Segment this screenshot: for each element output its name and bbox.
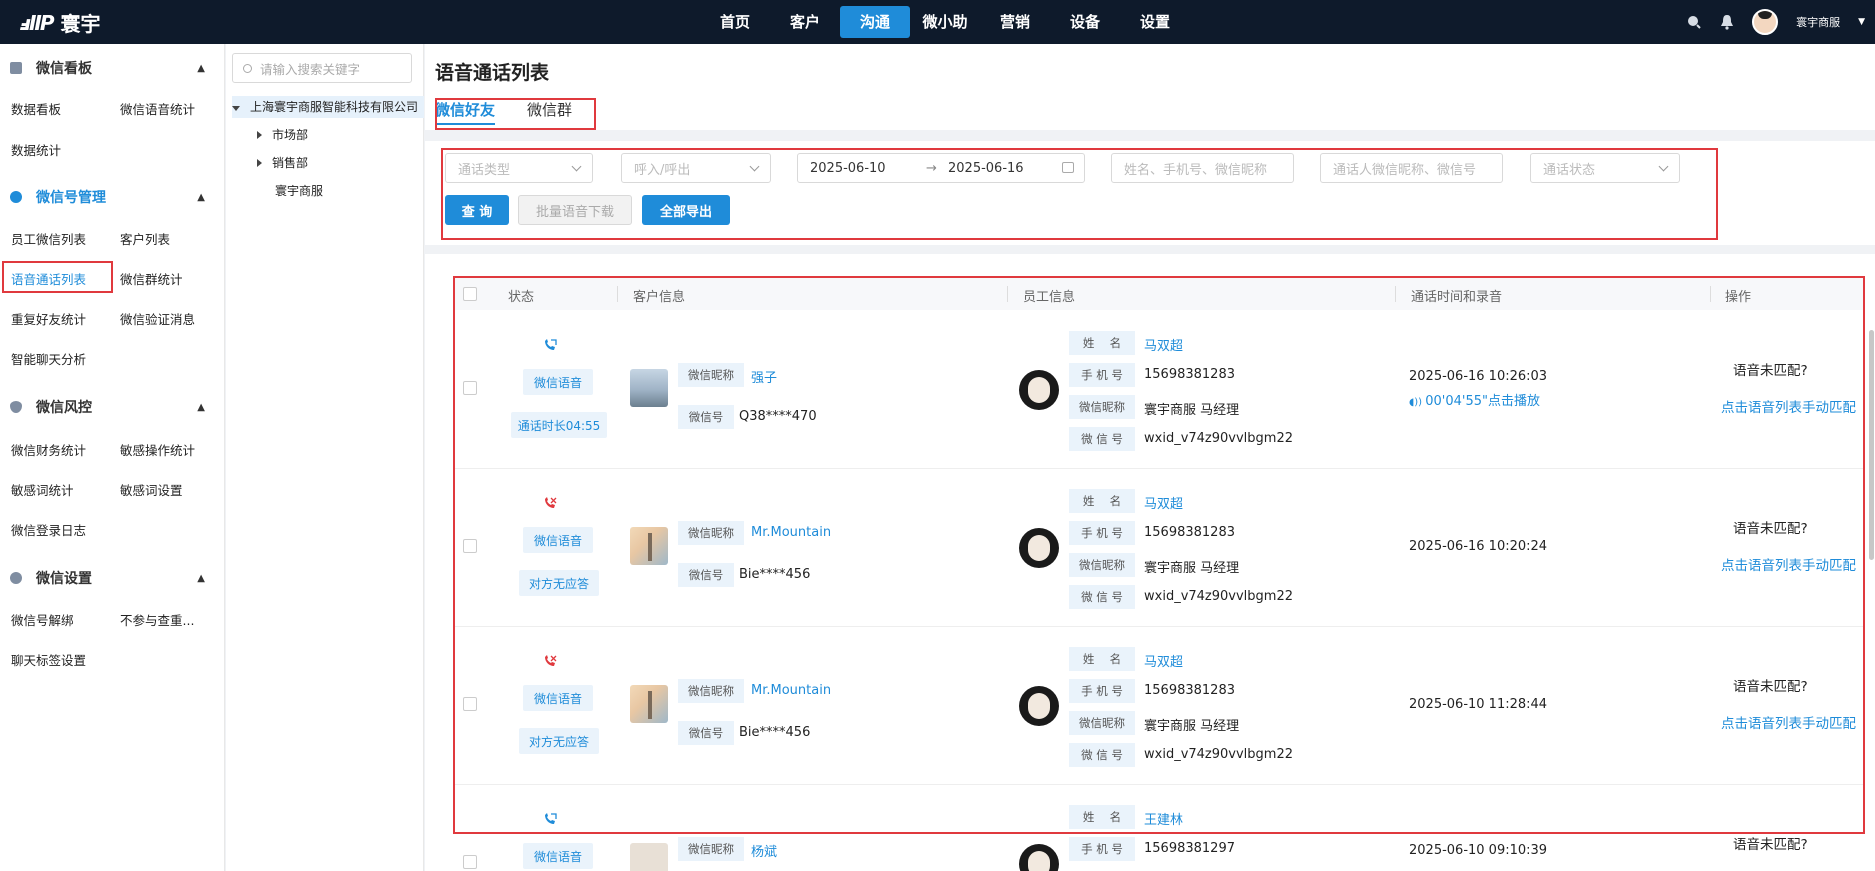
sidebar-item-group-stats[interactable]: 微信群统计 (120, 269, 183, 288)
sidebar-section-account-mgmt[interactable]: 微信号管理 ▲ (0, 182, 225, 212)
tree-node-marketing[interactable]: 市场部 (257, 126, 308, 143)
sidebar-item-unbind[interactable]: 微信号解绑 (11, 610, 74, 629)
chevron-up-icon: ▲ (197, 572, 205, 584)
call-time: 2025-06-10 09:10:39 (1409, 843, 1548, 858)
tree-node-huanyu[interactable]: 寰宇商服 (275, 182, 323, 199)
tree-node-label: 销售部 (272, 156, 309, 170)
tree-node-label: 市场部 (272, 128, 309, 142)
sidebar-item-data-stats[interactable]: 数据统计 (11, 140, 61, 159)
highlight-box (453, 276, 1865, 834)
user-avatar[interactable] (1752, 9, 1779, 35)
header-panel (425, 44, 1875, 130)
nav-settings[interactable]: 设置 (1120, 0, 1190, 44)
search-placeholder: 请输入搜索关键字 (260, 61, 361, 77)
sidebar-item-sensitive-word-settings[interactable]: 敏感词设置 (120, 480, 183, 499)
search-icon (243, 63, 252, 73)
sidebar-item-login-log[interactable]: 微信登录日志 (11, 520, 86, 539)
nav-customer[interactable]: 客户 (770, 0, 840, 44)
match-status: 语音未匹配? (1733, 837, 1808, 853)
nav-assistant[interactable]: 微小助 (910, 0, 980, 44)
nav-device[interactable]: 设备 (1050, 0, 1120, 44)
nickname-label: 微信昵称 (678, 837, 744, 861)
sidebar-item-staff-wechat[interactable]: 员工微信列表 (11, 229, 86, 248)
search-icon[interactable] (1686, 14, 1702, 30)
sidebar-section-risk-control[interactable]: 微信风控 ▲ (0, 392, 225, 422)
nav-communication[interactable]: 沟通 (840, 6, 910, 38)
logo-text: 寰宇 (60, 12, 101, 36)
phone-label: 手 机 号 (1069, 837, 1135, 861)
sidebar-section-wechat-settings[interactable]: 微信设置 ▲ (0, 563, 225, 593)
highlight-box (2, 261, 113, 293)
sidebar-item-chat-tags[interactable]: 聊天标签设置 (11, 650, 86, 669)
caret-right-icon (257, 159, 262, 167)
tree-search-input[interactable]: 请输入搜索关键字 (232, 53, 412, 83)
chevron-up-icon: ▲ (197, 191, 205, 203)
org-tree-panel (226, 44, 424, 871)
sidebar-item-sensitive-ops[interactable]: 敏感操作统计 (120, 440, 195, 459)
caret-right-icon (257, 131, 262, 139)
sidebar-item-sensitive-word-stats[interactable]: 敏感词统计 (11, 480, 74, 499)
sidebar-item-chat-analysis[interactable]: 智能聊天分析 (11, 349, 86, 368)
sidebar-item-duplicate-friends[interactable]: 重复好友统计 (11, 309, 86, 328)
wechat-icon (10, 191, 22, 203)
logo-mark: ⅎIIP (20, 10, 54, 35)
caret-down-icon (232, 106, 240, 111)
section-title: 微信设置 (36, 571, 92, 587)
tree-node-label: 上海寰宇商服智能科技有限公司 (250, 100, 419, 114)
customer-avatar (630, 843, 668, 871)
sidebar-item-voice-stats[interactable]: 微信语音统计 (120, 99, 195, 118)
call-type-tag: 微信语音 (523, 843, 593, 869)
sidebar-item-customer-list[interactable]: 客户列表 (120, 229, 170, 248)
section-title: 微信风控 (36, 400, 92, 416)
row-checkbox[interactable] (463, 855, 477, 869)
sidebar-item-finance-stats[interactable]: 微信财务统计 (11, 440, 86, 459)
shield-icon (10, 401, 22, 413)
app-logo[interactable]: ⅎIIP 寰宇 (20, 8, 101, 37)
user-name[interactable]: 寰宇商服 (1796, 14, 1840, 30)
tree-node-root[interactable]: 上海寰宇商服智能科技有限公司 (232, 96, 424, 118)
customer-nickname[interactable]: 杨斌 (751, 841, 777, 860)
employee-phone: 15698381297 (1144, 841, 1235, 856)
scrollbar-thumb[interactable] (1869, 330, 1874, 560)
bell-icon[interactable] (1720, 14, 1734, 30)
nav-home[interactable]: 首页 (700, 0, 770, 44)
page-title: 语音通话列表 (435, 62, 550, 84)
section-title: 微信看板 (36, 61, 92, 77)
sidebar-section-wechat-board[interactable]: 微信看板 ▲ (0, 53, 225, 83)
top-right-tools: 寰宇商服 ▼ (1686, 0, 1865, 44)
highlight-box (435, 98, 596, 130)
gear-icon (10, 572, 22, 584)
chevron-up-icon: ▲ (197, 401, 205, 413)
employee-avatar (1019, 844, 1059, 871)
main-nav: 首页 客户 沟通 微小助 营销 设备 设置 (700, 0, 1190, 44)
chevron-down-icon[interactable]: ▼ (1858, 17, 1865, 27)
nav-marketing[interactable]: 营销 (980, 0, 1050, 44)
sidebar-item-data-board[interactable]: 数据看板 (11, 99, 61, 118)
chart-icon (10, 62, 22, 74)
highlight-box (441, 148, 1718, 240)
sidebar-item-exclude-dedupe[interactable]: 不参与查重... (120, 610, 194, 629)
sidebar-item-verify-msg[interactable]: 微信验证消息 (120, 309, 195, 328)
section-title: 微信号管理 (36, 190, 106, 206)
top-navbar: ⅎIIP 寰宇 首页 客户 沟通 微小助 营销 设备 设置 寰宇商服 ▼ (0, 0, 1875, 44)
tree-node-sales[interactable]: 销售部 (257, 154, 308, 171)
chevron-up-icon: ▲ (197, 62, 205, 74)
